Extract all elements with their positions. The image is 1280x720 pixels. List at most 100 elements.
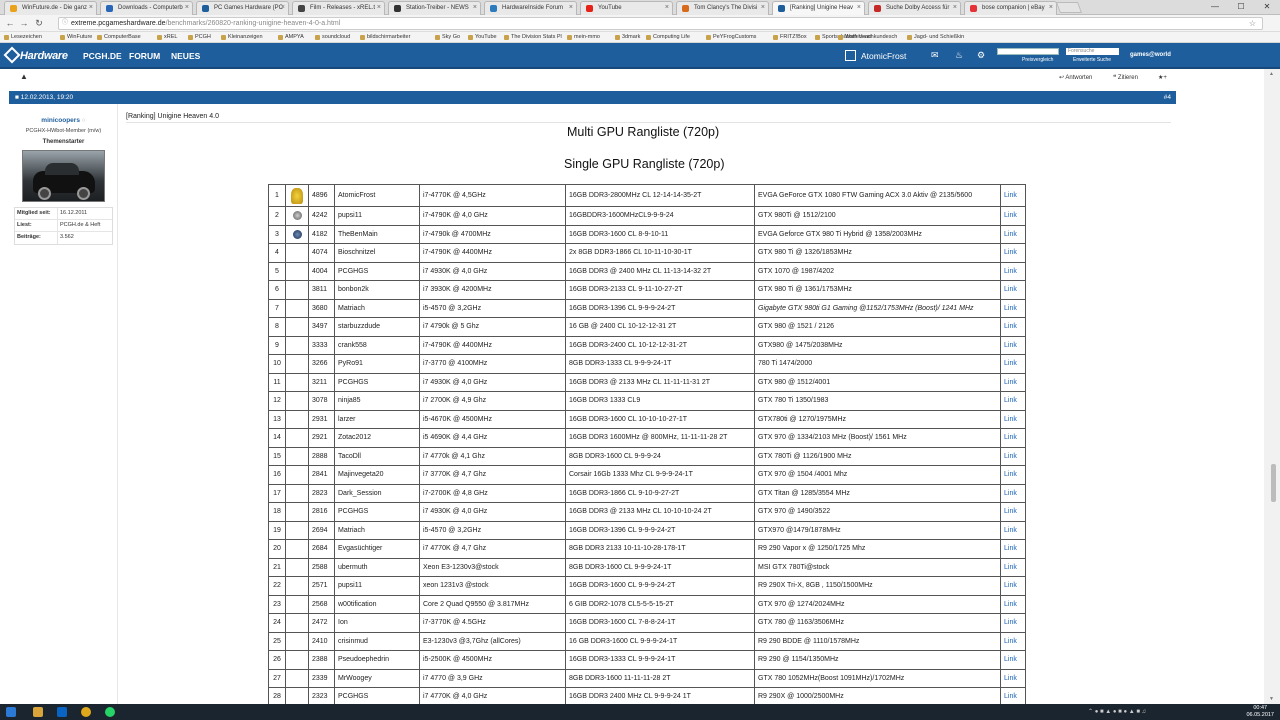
tab-close-icon[interactable]: ×: [665, 2, 669, 14]
bookmark-item[interactable]: Waffensachkundesch: [838, 33, 897, 42]
more-actions-icon[interactable]: ★+: [1158, 74, 1167, 81]
bell-icon[interactable]: ♨: [955, 50, 963, 61]
pcgh-logo[interactable]: Hardware: [3, 46, 68, 66]
author-avatar[interactable]: [22, 150, 105, 202]
forum-search-input[interactable]: Forensuche: [1066, 48, 1119, 55]
bookmark-item[interactable]: YouTube: [468, 33, 497, 42]
bookmark-item[interactable]: Jagd- und Schießkin: [907, 33, 964, 42]
bookmark-item[interactable]: PCGH: [188, 33, 211, 42]
page-scrollbar[interactable]: ▲ ▼: [1264, 69, 1280, 704]
scrollbar-thumb[interactable]: [1271, 464, 1276, 502]
quote-button[interactable]: ❝ Zitieren: [1113, 74, 1138, 81]
result-link[interactable]: Link: [1000, 409, 1026, 429]
result-link[interactable]: Link: [1000, 243, 1026, 263]
result-link[interactable]: Link: [1000, 354, 1026, 374]
bookmark-star-icon[interactable]: ☆: [1249, 18, 1256, 29]
chrome-icon[interactable]: [81, 707, 91, 717]
outlook-icon[interactable]: [57, 707, 67, 717]
price-compare-link[interactable]: Preisvergleich: [1022, 57, 1053, 63]
result-link[interactable]: Link: [1000, 206, 1026, 226]
bookmark-item[interactable]: Kleinanzeigen: [221, 33, 263, 42]
advanced-search-link[interactable]: Erweiterte Suche: [1073, 57, 1111, 63]
minimize-icon[interactable]: —: [1202, 0, 1228, 15]
mail-icon[interactable]: ✉: [931, 50, 939, 61]
reload-icon[interactable]: ↻: [34, 18, 44, 28]
post-number[interactable]: #4: [1164, 91, 1171, 104]
result-link[interactable]: Link: [1000, 298, 1026, 318]
url-field[interactable]: ⓘ extreme.pcgameshardware.de/benchmarks/…: [58, 17, 1263, 30]
price-search-input[interactable]: [997, 48, 1059, 55]
result-link[interactable]: Link: [1000, 668, 1026, 688]
browser-tab[interactable]: Station-Treiber - NEWS ×: [388, 1, 481, 15]
bookmark-item[interactable]: WinFuture: [60, 33, 92, 42]
result-link[interactable]: Link: [1000, 650, 1026, 670]
browser-tab[interactable]: [Ranking] Unigine Heav ×: [772, 1, 865, 15]
maximize-icon[interactable]: ☐: [1228, 0, 1254, 15]
result-link[interactable]: Link: [1000, 613, 1026, 633]
bookmark-item[interactable]: Lesezeichen: [4, 33, 42, 42]
tab-close-icon[interactable]: ×: [281, 2, 285, 14]
result-link[interactable]: Link: [1000, 280, 1026, 300]
tab-close-icon[interactable]: ×: [1049, 2, 1053, 14]
tab-close-icon[interactable]: ×: [857, 2, 861, 14]
browser-tab[interactable]: Tom Clancy's The Divisi ×: [676, 1, 769, 15]
result-link[interactable]: Link: [1000, 576, 1026, 596]
browser-tab[interactable]: PC Games Hardware (PC ×: [196, 1, 289, 15]
result-link[interactable]: Link: [1000, 465, 1026, 485]
result-link[interactable]: Link: [1000, 594, 1026, 614]
browser-tab[interactable]: HardwareInside Forum ×: [484, 1, 577, 15]
new-tab-button[interactable]: [1055, 2, 1083, 13]
bookmark-item[interactable]: The Division Stats Pl: [504, 33, 562, 42]
bookmark-item[interactable]: Sky Go: [435, 33, 460, 42]
user-menu[interactable]: AtomicFrost: [845, 49, 906, 63]
games-world-logo[interactable]: games@world: [1130, 52, 1171, 58]
result-link[interactable]: Link: [1000, 631, 1026, 651]
browser-tab[interactable]: bose companion | eBay ×: [964, 1, 1057, 15]
scroll-up-icon[interactable]: ▲: [20, 72, 28, 81]
close-icon[interactable]: ✕: [1254, 0, 1280, 15]
tab-close-icon[interactable]: ×: [377, 2, 381, 14]
bookmark-item[interactable]: FRITZ!Box: [773, 33, 807, 42]
result-link[interactable]: Link: [1000, 224, 1026, 244]
result-link[interactable]: Link: [1000, 539, 1026, 559]
tab-close-icon[interactable]: ×: [569, 2, 573, 14]
tab-close-icon[interactable]: ×: [761, 2, 765, 14]
back-icon[interactable]: ←: [5, 18, 15, 28]
tab-close-icon[interactable]: ×: [953, 2, 957, 14]
result-link[interactable]: Link: [1000, 317, 1026, 337]
browser-tab[interactable]: WinFuture.de - Die ganz ×: [4, 1, 97, 15]
forward-icon[interactable]: →: [19, 18, 29, 28]
clock[interactable]: 00:47 06.05.2017: [1246, 705, 1274, 719]
reply-button[interactable]: ↩ Antworten: [1059, 74, 1092, 81]
bookmark-item[interactable]: xREL: [157, 33, 177, 42]
system-tray[interactable]: ⌃ ● ■ ▲ ● ■ ● ▲ ■ ♫: [1088, 708, 1146, 715]
scroll-down-arrow-icon[interactable]: ▼: [1269, 696, 1274, 702]
result-link[interactable]: Link: [1000, 557, 1026, 577]
bookmark-item[interactable]: bildschirmarbeiter: [360, 33, 410, 42]
result-link[interactable]: Link: [1000, 261, 1026, 281]
result-link[interactable]: Link: [1000, 502, 1026, 522]
author-name[interactable]: minicoopers ○: [9, 117, 118, 124]
explorer-icon[interactable]: [33, 707, 43, 717]
result-link[interactable]: Link: [1000, 391, 1026, 411]
bookmark-item[interactable]: soundcloud: [315, 33, 350, 42]
bookmark-item[interactable]: Computing Life: [646, 33, 690, 42]
whatsapp-icon[interactable]: [105, 707, 115, 717]
bookmark-item[interactable]: 3dmark: [615, 33, 640, 42]
gear-icon[interactable]: ⚙: [977, 50, 985, 61]
browser-tab[interactable]: Suche Dolby Access für ×: [868, 1, 961, 15]
start-icon[interactable]: [6, 707, 16, 717]
scroll-up-arrow-icon[interactable]: ▲: [1269, 71, 1274, 77]
result-link[interactable]: Link: [1000, 483, 1026, 503]
result-link[interactable]: Link: [1000, 520, 1026, 540]
bookmark-item[interactable]: PeYFrogCustoms: [706, 33, 756, 42]
bookmark-item[interactable]: ComputerBase: [97, 33, 141, 42]
result-link[interactable]: Link: [1000, 184, 1026, 207]
tab-close-icon[interactable]: ×: [473, 2, 477, 14]
bookmark-item[interactable]: AMPYA: [278, 33, 304, 42]
browser-tab[interactable]: Film - Releases - xREL.t ×: [292, 1, 385, 15]
result-link[interactable]: Link: [1000, 428, 1026, 448]
browser-tab[interactable]: Downloads - Computerb ×: [100, 1, 193, 15]
result-link[interactable]: Link: [1000, 335, 1026, 355]
browser-tab[interactable]: YouTube ×: [580, 1, 673, 15]
